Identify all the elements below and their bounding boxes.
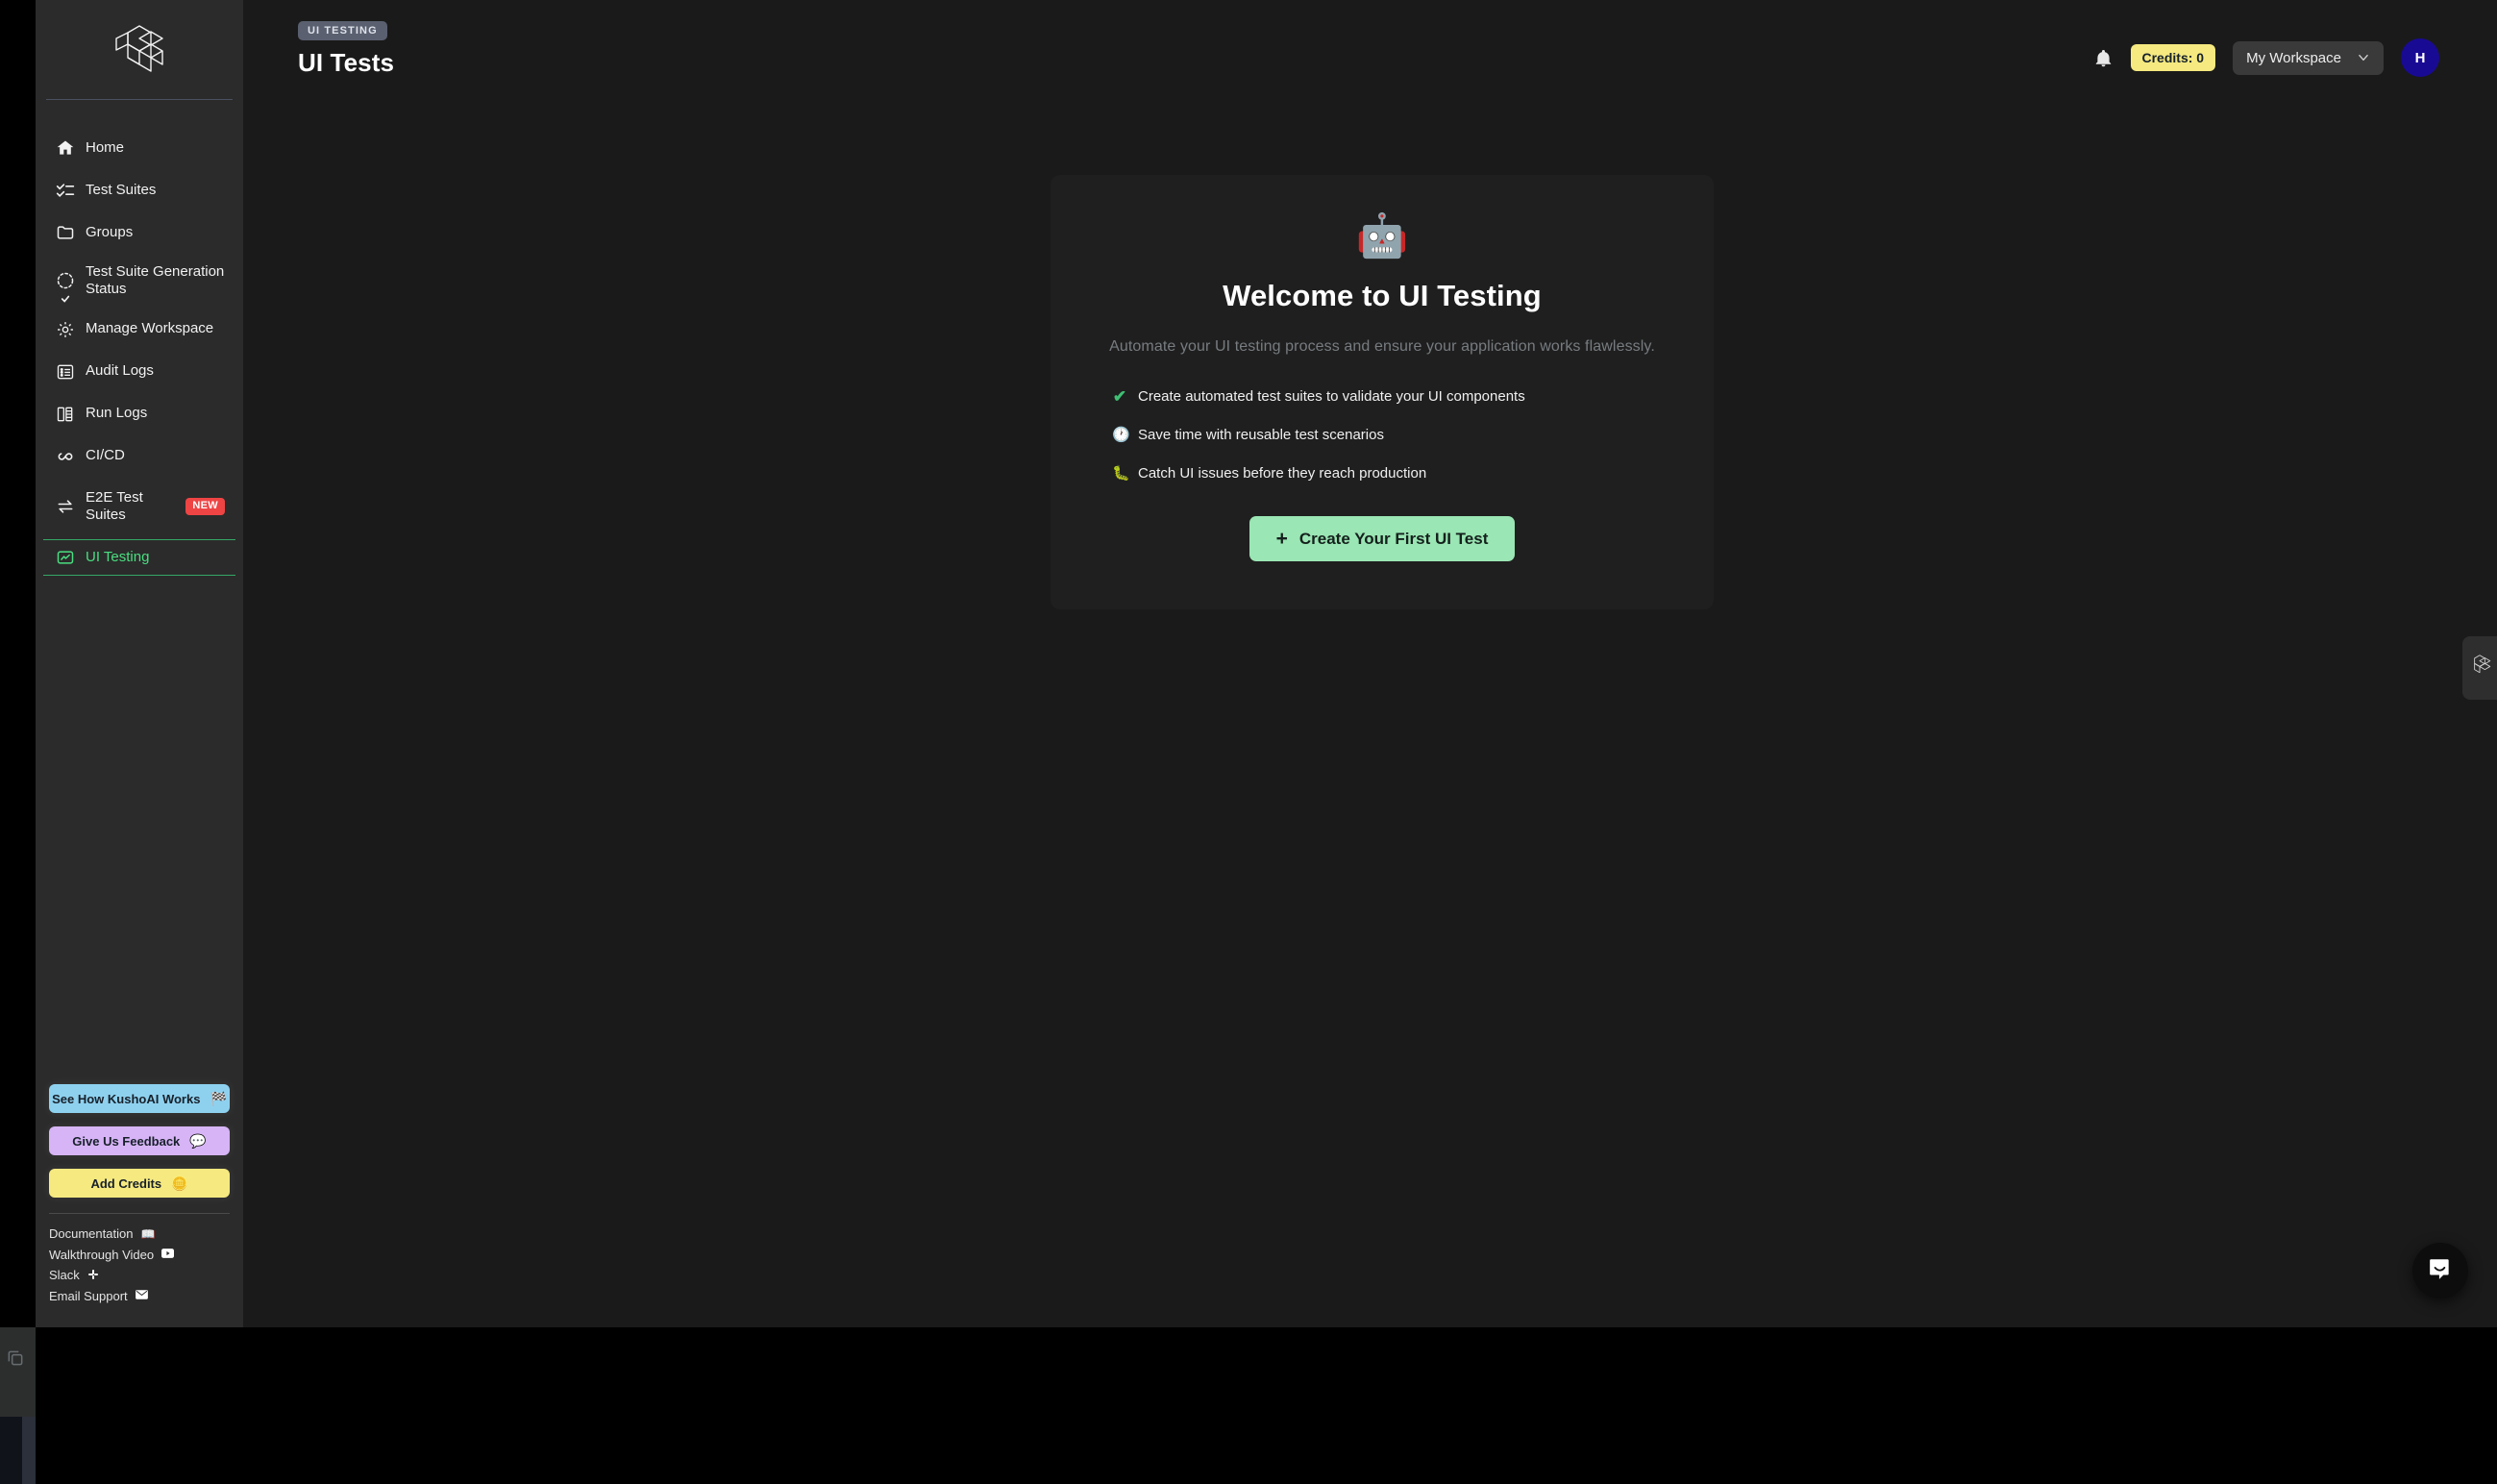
book-icon: 📖 [140,1226,156,1241]
link-label: Slack [49,1268,80,1283]
see-how-kushoai-works-button[interactable]: See How KushoAI Works 🏁 [49,1084,230,1114]
speech-bubble-icon: 💬 [189,1133,207,1150]
add-credits-button[interactable]: Add Credits 🪙 [49,1169,230,1199]
cta-label: Add Credits [90,1175,162,1191]
sidebar-cta-list: See How KushoAI Works 🏁 Give Us Feedback… [36,1084,243,1211]
slack-icon [87,1269,99,1282]
progress-check-icon [56,271,75,303]
arrows-exchange-icon [56,497,75,516]
cta-label: See How KushoAI Works [52,1091,201,1106]
link-documentation[interactable]: Documentation 📖 [49,1224,230,1244]
sidebar-item-audit-logs[interactable]: Audit Logs [46,355,233,389]
list-item: 🐛 Catch UI issues before they reach prod… [1112,465,1660,482]
link-slack[interactable]: Slack [49,1265,230,1285]
gear-icon [56,320,75,339]
check-icon: ✔ [1112,387,1127,406]
sidebar-item-test-suite-generation-status[interactable]: Test Suite Generation Status [46,258,233,305]
welcome-subtitle: Automate your UI testing process and ens… [1109,338,1655,355]
folder-icon [56,223,75,242]
credits-badge[interactable]: Credits: 0 [2130,44,2216,71]
sidebar-item-label: Test Suites [86,181,157,198]
breadcrumb: UI TESTING [298,21,387,40]
welcome-card: 🤖 Welcome to UI Testing Automate your UI… [1051,175,1714,609]
list-item: 🕐 Save time with reusable test scenarios [1112,427,1660,443]
create-first-ui-test-button[interactable]: + Create Your First UI Test [1248,516,1516,561]
sidebar: Home Test Suites Groups Test Suite Gener… [36,0,243,1327]
copy-icon[interactable] [6,1348,25,1368]
list-item-label: Catch UI issues before they reach produc… [1138,465,1427,482]
cta-label: Give Us Feedback [72,1133,181,1149]
link-label: Documentation [49,1226,134,1242]
welcome-title: Welcome to UI Testing [1223,279,1542,312]
sidebar-item-groups[interactable]: Groups [46,215,233,250]
topbar-actions: Credits: 0 My Workspace H [2093,38,2439,77]
sidebar-item-home[interactable]: Home [46,131,233,165]
app-window: Home Test Suites Groups Test Suite Gener… [36,0,2497,1327]
sidebar-item-label: Test Suite Generation Status [86,263,225,298]
link-label: Walkthrough Video [49,1247,155,1262]
sidebar-item-label: UI Testing [86,549,150,566]
sidebar-divider [49,1213,230,1215]
sidebar-item-ci-cd[interactable]: CI/CD [46,439,233,474]
sidebar-item-test-suites[interactable]: Test Suites [46,173,233,208]
youtube-icon [161,1249,175,1260]
sidebar-item-label: Home [86,138,125,156]
feature-list: ✔ Create automated test suites to valida… [1104,388,1660,482]
sidebar-links: Documentation 📖 Walkthrough Video Slack [36,1224,243,1327]
coins-icon: 🪙 [171,1175,188,1192]
browser-strip-scroll[interactable] [22,1417,36,1484]
sidebar-item-label: Groups [86,223,134,240]
checklist-icon [56,181,75,200]
sidebar-item-manage-workspace[interactable]: Manage Workspace [46,312,233,347]
status-badge: NEW [185,498,225,515]
create-first-ui-test-label: Create Your First UI Test [1298,529,1489,548]
list-item-label: Create automated test suites to validate… [1138,388,1525,405]
kushoai-logo-tab-icon [2467,654,2492,683]
give-us-feedback-button[interactable]: Give Us Feedback 💬 [49,1126,230,1156]
checkered-flag-icon: 🏁 [210,1091,227,1107]
chart-frame-icon [56,548,75,567]
bell-icon[interactable] [2093,48,2114,68]
list-item: ✔ Create automated test suites to valida… [1112,388,1660,405]
workspace-label: My Workspace [2246,49,2341,66]
avatar[interactable]: H [2401,38,2439,77]
sidebar-item-e2e-test-suites[interactable]: E2E Test Suites NEW [46,482,233,532]
extension-panel[interactable] [0,1327,36,1417]
page-title: UI Tests [298,48,395,77]
intercom-chat-launcher[interactable] [2412,1243,2468,1298]
sidebar-item-run-logs[interactable]: Run Logs [46,397,233,432]
plus-icon: + [1275,528,1288,550]
chevron-down-icon [2357,51,2370,64]
sidebar-item-label: E2E Test Suites [86,488,143,523]
main-content: UI TESTING UI Tests Credits: 0 My Worksp… [243,0,2497,1327]
logo-divider [46,99,233,100]
books-icon [56,405,75,424]
screen-root: Home Test Suites Groups Test Suite Gener… [0,0,2497,1484]
sidebar-item-label: CI/CD [86,447,125,464]
sidebar-nav: Home Test Suites Groups Test Suite Gener… [36,131,243,583]
sidebar-item-label: Run Logs [86,405,148,422]
infinity-icon [56,447,75,466]
link-email-support[interactable]: Email Support [49,1286,230,1306]
browser-gutter [0,0,36,1327]
topbar: UI TESTING UI Tests Credits: 0 My Worksp… [243,0,2497,99]
robot-icon: 🤖 [1355,212,1409,260]
bug-icon: 🐛 [1112,465,1130,482]
link-label: Email Support [49,1288,128,1303]
envelope-icon [135,1290,148,1301]
intercom-chat-icon [2428,1256,2453,1286]
sidebar-item-ui-testing[interactable]: UI Testing [43,539,235,577]
link-walkthrough-video[interactable]: Walkthrough Video [49,1245,230,1265]
list-item-label: Save time with reusable test scenarios [1138,427,1384,443]
clock-icon: 🕐 [1112,427,1130,443]
kushoai-logo[interactable] [36,0,243,99]
sidebar-item-label: Manage Workspace [86,320,214,337]
browser-strip-left [0,1417,22,1484]
kushoai-side-tab[interactable] [2462,636,2497,700]
sidebar-item-label: Audit Logs [86,362,154,380]
list-document-icon [56,362,75,382]
home-icon [56,138,75,158]
workspace-selector[interactable]: My Workspace [2233,40,2384,75]
